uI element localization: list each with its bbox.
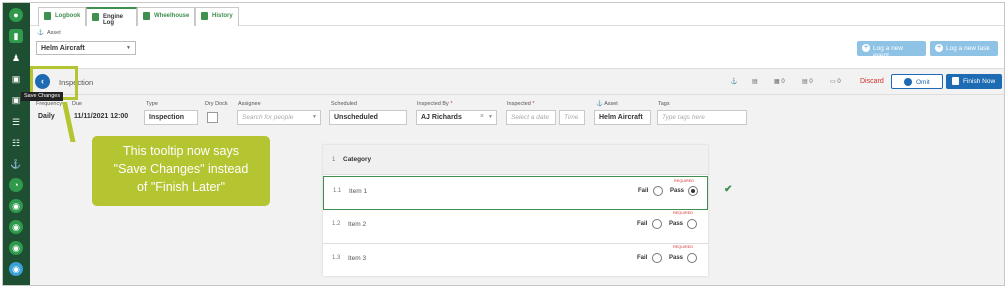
history-icon xyxy=(201,12,208,20)
document-icon[interactable]: ▤ xyxy=(752,78,758,85)
omit-icon xyxy=(904,78,912,86)
frequency-label: Frequency xyxy=(36,101,62,107)
home-logo-icon[interactable]: ● xyxy=(9,8,23,22)
ship-nav-icon[interactable]: ⚓ xyxy=(9,157,23,171)
category-label: Category xyxy=(343,156,372,163)
plus-icon: + xyxy=(935,44,943,52)
checkmark-icon: ✔ xyxy=(724,184,733,195)
pass-radio[interactable] xyxy=(688,186,698,196)
asset-label: Asset xyxy=(47,30,61,36)
checklist-item: 1.1 Item 1 REQUIRED Fail Pass xyxy=(323,176,708,210)
tab-logbook[interactable]: Logbook xyxy=(38,7,86,26)
tab-engine-log[interactable]: Engine Log xyxy=(86,7,137,26)
asset-field[interactable]: Helm Aircraft xyxy=(594,110,651,125)
gauge-nav-icon[interactable]: ◔ xyxy=(9,178,23,192)
left-nav: ● ▮ ♟ ▣ ▣ ☰ ☷ ⚓ ◔ ◉ ◉ ◉ ◉ xyxy=(3,3,30,285)
globe-nav-icon[interactable]: ◉ xyxy=(9,241,23,255)
attachment-icon[interactable]: ▭ 0 xyxy=(830,78,841,85)
badge-nav-icon[interactable]: ◉ xyxy=(9,199,23,213)
dry-dock-checkbox[interactable] xyxy=(207,112,218,123)
engine-log-icon xyxy=(92,13,99,21)
inspected-date-input[interactable]: Select a date xyxy=(506,110,556,125)
shield-nav-icon[interactable]: ◉ xyxy=(9,220,23,234)
asset-select[interactable]: Helm Aircraft ▼ xyxy=(36,41,136,55)
due-label: Due xyxy=(72,101,83,107)
document-check-icon xyxy=(952,77,959,85)
tags-input[interactable]: Type tags here xyxy=(657,110,747,125)
finish-now-button[interactable]: Finish Now xyxy=(946,74,1002,89)
inspected-label: Inspected * xyxy=(507,101,535,107)
discard-button[interactable]: Discard xyxy=(860,78,884,85)
inspection-header: ‹ Inspection ⚓ ▤ ▦ 0 ▤ 0 ▭ 0 Discard Omi… xyxy=(30,69,1004,95)
cube-nav-icon[interactable]: ▣ xyxy=(9,72,23,86)
asset-field-label: ⚓ Asset xyxy=(596,101,618,107)
fail-radio[interactable] xyxy=(652,219,662,229)
inspected-by-label: Inspected By * xyxy=(417,101,453,107)
chevron-down-icon: ▼ xyxy=(126,45,131,51)
required-badge: REQUIRED xyxy=(674,179,695,183)
checklist-item: 1.3 Item 3 REQUIRED Fail Pass xyxy=(323,244,708,278)
inspected-by-select[interactable]: AJ Richards × ▼ xyxy=(416,110,497,125)
tab-history[interactable]: History xyxy=(195,7,239,26)
tab-bar: Logbook Engine Log Wheelhouse History xyxy=(30,3,1004,26)
pass-radio[interactable] xyxy=(687,253,697,263)
annotation-callout: This tooltip now says "Save Changes" ins… xyxy=(92,136,270,206)
pass-radio[interactable] xyxy=(687,219,697,229)
layers-nav-icon[interactable]: ☰ xyxy=(9,115,23,129)
boat-nav-icon[interactable]: ◉ xyxy=(9,262,23,276)
tab-wheelhouse[interactable]: Wheelhouse xyxy=(137,7,195,26)
logbook-icon xyxy=(44,12,51,20)
people-nav-icon[interactable]: ♟ xyxy=(9,51,23,65)
log-new-event-button[interactable]: + Log a new event xyxy=(857,41,926,59)
plus-icon: + xyxy=(862,44,870,52)
chevron-down-icon: ▼ xyxy=(312,114,317,120)
dry-dock-label: Dry Dock xyxy=(205,101,228,107)
book-nav-icon[interactable]: ☷ xyxy=(9,136,23,150)
log-new-task-button[interactable]: + Log a new task xyxy=(930,41,998,56)
due-value: 11/11/2021 12:00 xyxy=(74,113,129,120)
gallery-icon[interactable]: ▦ 0 xyxy=(774,78,785,85)
ship-icon: ⚓ xyxy=(37,30,44,36)
scheduled-field[interactable]: Unscheduled xyxy=(329,110,407,125)
frequency-value: Daily xyxy=(38,113,55,120)
checklist-item: 1.2 Item 2 REQUIRED Fail Pass xyxy=(323,210,708,244)
required-badge: REQUIRED xyxy=(673,211,694,215)
asset-bar: ⚓ Asset Helm Aircraft ▼ + Log a new event… xyxy=(30,26,1004,69)
wheelhouse-icon xyxy=(143,12,150,20)
fail-radio[interactable] xyxy=(653,186,663,196)
clear-icon[interactable]: × xyxy=(480,113,484,120)
assignee-input[interactable]: Search for people ▼ xyxy=(237,110,321,125)
notes-icon[interactable]: ▤ 0 xyxy=(802,78,813,85)
tags-label: Tags xyxy=(658,101,670,107)
ship-tool-icon[interactable]: ⚓ xyxy=(730,78,737,85)
tooltip: Save Changes xyxy=(21,92,64,101)
chevron-down-icon: ▼ xyxy=(488,114,493,120)
checklist-card: 1 Category 1.1 Item 1 REQUIRED Fail Pass… xyxy=(323,145,732,278)
assignee-label: Assignee xyxy=(238,101,261,107)
omit-button[interactable]: Omit xyxy=(891,74,943,89)
scheduled-label: Scheduled xyxy=(331,101,357,107)
fail-radio[interactable] xyxy=(652,253,662,263)
logbook-nav-icon[interactable]: ▮ xyxy=(9,29,23,43)
inspected-time-input[interactable]: Time xyxy=(559,110,585,125)
type-field[interactable]: Inspection xyxy=(144,110,198,125)
required-badge: REQUIRED xyxy=(673,245,694,249)
type-label: Type xyxy=(146,101,158,107)
category-row: 1 Category xyxy=(323,145,708,175)
